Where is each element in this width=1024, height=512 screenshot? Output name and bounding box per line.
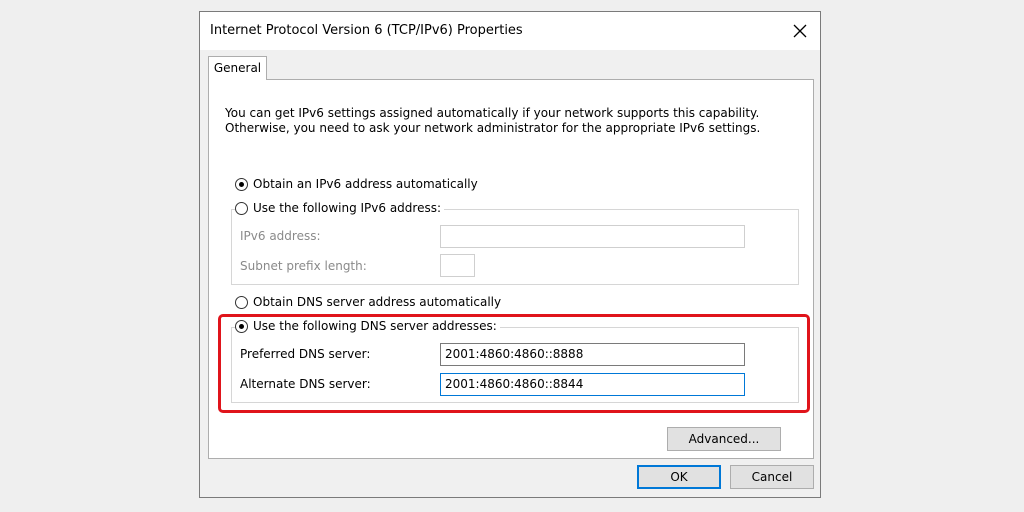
ok-button[interactable]: OK — [637, 465, 721, 489]
obtain-dns-auto-label: Obtain DNS server address automatically — [253, 295, 502, 309]
use-following-ipv6-label: Use the following IPv6 address: — [253, 201, 442, 215]
use-following-ipv6-radio[interactable]: Use the following IPv6 address: — [235, 201, 445, 215]
obtain-ipv6-auto-label: Obtain an IPv6 address automatically — [253, 177, 478, 191]
dialog-title: Internet Protocol Version 6 (TCP/IPv6) P… — [210, 23, 523, 38]
subnet-prefix-input[interactable] — [440, 254, 475, 277]
cancel-button[interactable]: Cancel — [730, 465, 814, 489]
dns-highlight-box — [218, 314, 810, 413]
close-button[interactable] — [780, 12, 820, 50]
ipv6-properties-dialog: Internet Protocol Version 6 (TCP/IPv6) P… — [199, 11, 821, 498]
ipv6-address-input[interactable] — [440, 225, 745, 248]
advanced-button[interactable]: Advanced... — [667, 427, 781, 451]
ipv6-address-label: IPv6 address: — [240, 229, 321, 243]
radio-indicator — [235, 201, 248, 215]
obtain-dns-auto-radio[interactable]: Obtain DNS server address automatically — [235, 295, 501, 309]
subnet-prefix-label: Subnet prefix length: — [240, 259, 367, 273]
radio-indicator — [235, 295, 248, 309]
close-icon — [793, 24, 807, 38]
general-tab-panel: You can get IPv6 settings assigned autom… — [208, 79, 814, 459]
obtain-ipv6-auto-radio[interactable]: Obtain an IPv6 address automatically — [235, 177, 478, 191]
title-bar: Internet Protocol Version 6 (TCP/IPv6) P… — [200, 12, 820, 50]
radio-indicator — [235, 177, 248, 191]
description-text: You can get IPv6 settings assigned autom… — [225, 106, 761, 135]
tab-general[interactable]: General — [208, 56, 267, 80]
